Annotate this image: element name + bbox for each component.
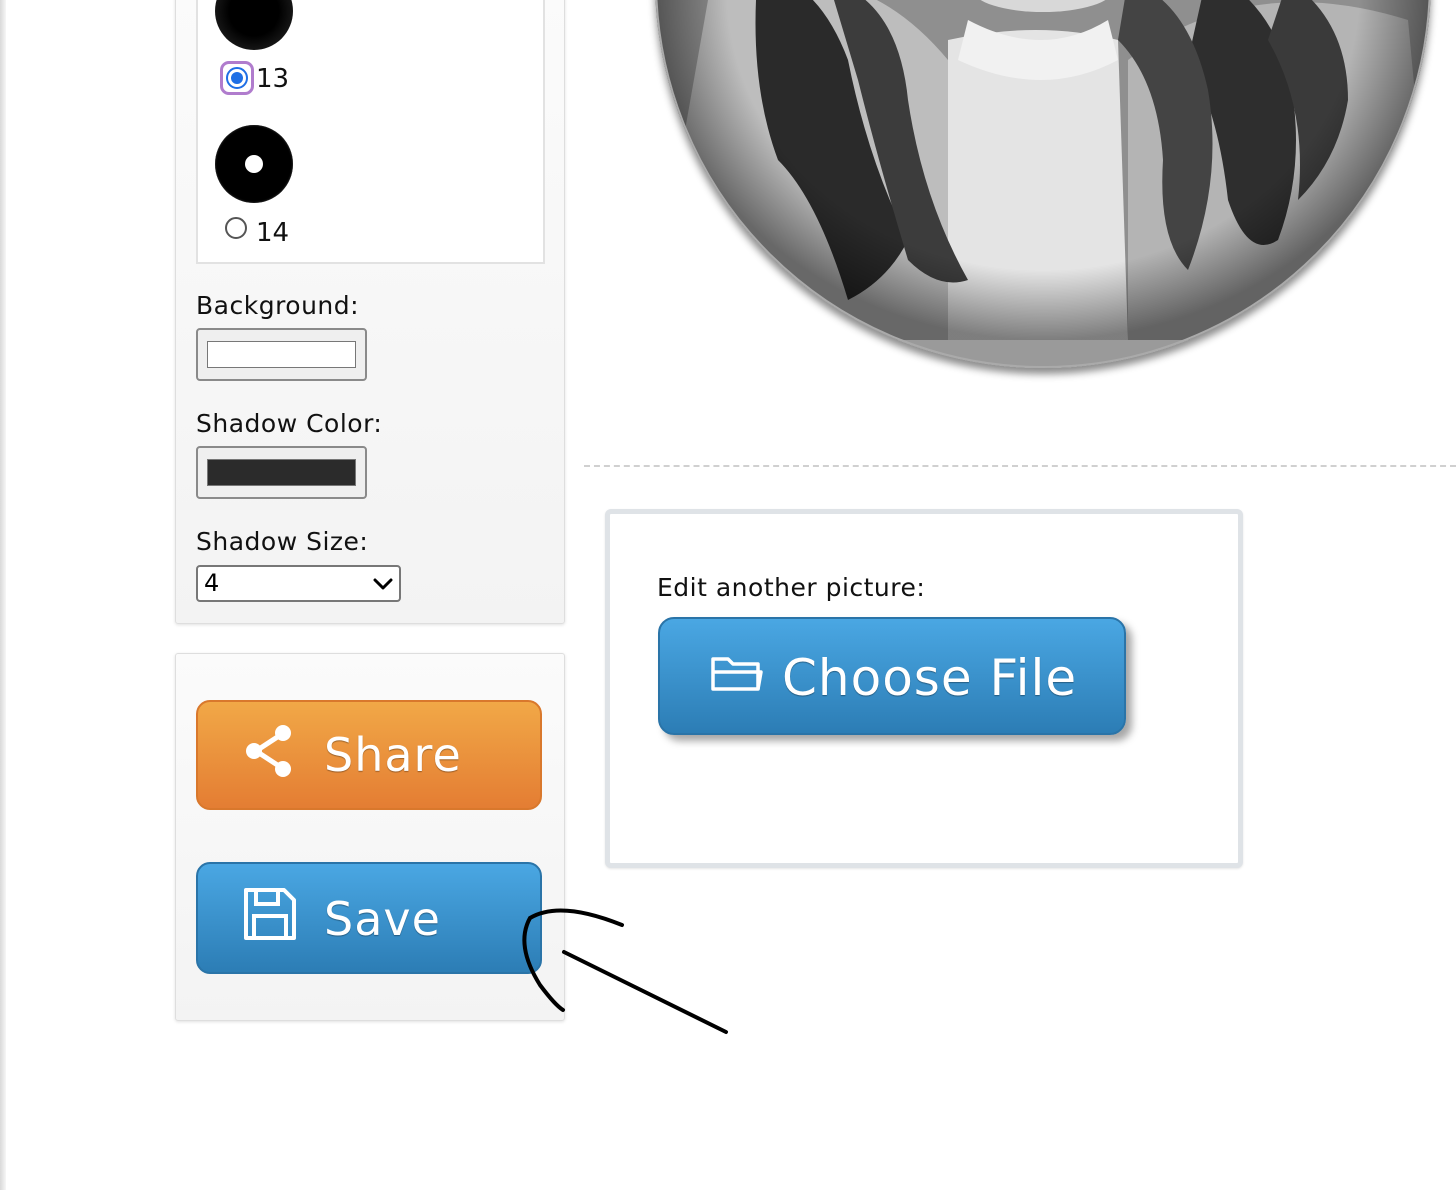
share-icon	[246, 725, 291, 777]
shape-preview-14[interactable]	[215, 125, 293, 203]
background-color-picker[interactable]	[196, 328, 367, 381]
photo-preview	[655, 0, 1431, 368]
shape-preview-14-hole	[245, 155, 263, 173]
shape-radio-14[interactable]	[225, 217, 247, 239]
background-color-swatch	[207, 341, 356, 368]
shadow-color-picker[interactable]	[196, 446, 367, 499]
shape-radio-13[interactable]	[220, 61, 254, 95]
shadow-color-label: Shadow Color:	[196, 409, 383, 438]
radio-selected-indicator	[226, 67, 248, 89]
choose-file-label: Choose File	[782, 649, 1078, 707]
choose-file-button[interactable]: Choose File	[658, 617, 1126, 735]
chevron-down-icon	[373, 578, 393, 590]
shadow-size-select[interactable]: 4	[196, 565, 401, 602]
share-button-label: Share	[324, 728, 462, 782]
floppy-disk-icon	[244, 888, 296, 940]
share-button[interactable]: Share	[196, 700, 542, 810]
shadow-size-value: 4	[204, 569, 220, 597]
section-divider	[584, 465, 1456, 467]
page-edge	[0, 0, 6, 1190]
folder-open-icon	[711, 657, 763, 691]
save-button-label: Save	[324, 892, 441, 946]
shape-label-14: 14	[256, 218, 290, 248]
shape-label-13: 13	[256, 64, 290, 94]
shadow-color-swatch	[207, 459, 356, 486]
background-label: Background:	[196, 291, 360, 320]
shadow-size-label: Shadow Size:	[196, 527, 369, 556]
save-button[interactable]: Save	[196, 862, 542, 974]
upload-label: Edit another picture:	[657, 573, 926, 602]
